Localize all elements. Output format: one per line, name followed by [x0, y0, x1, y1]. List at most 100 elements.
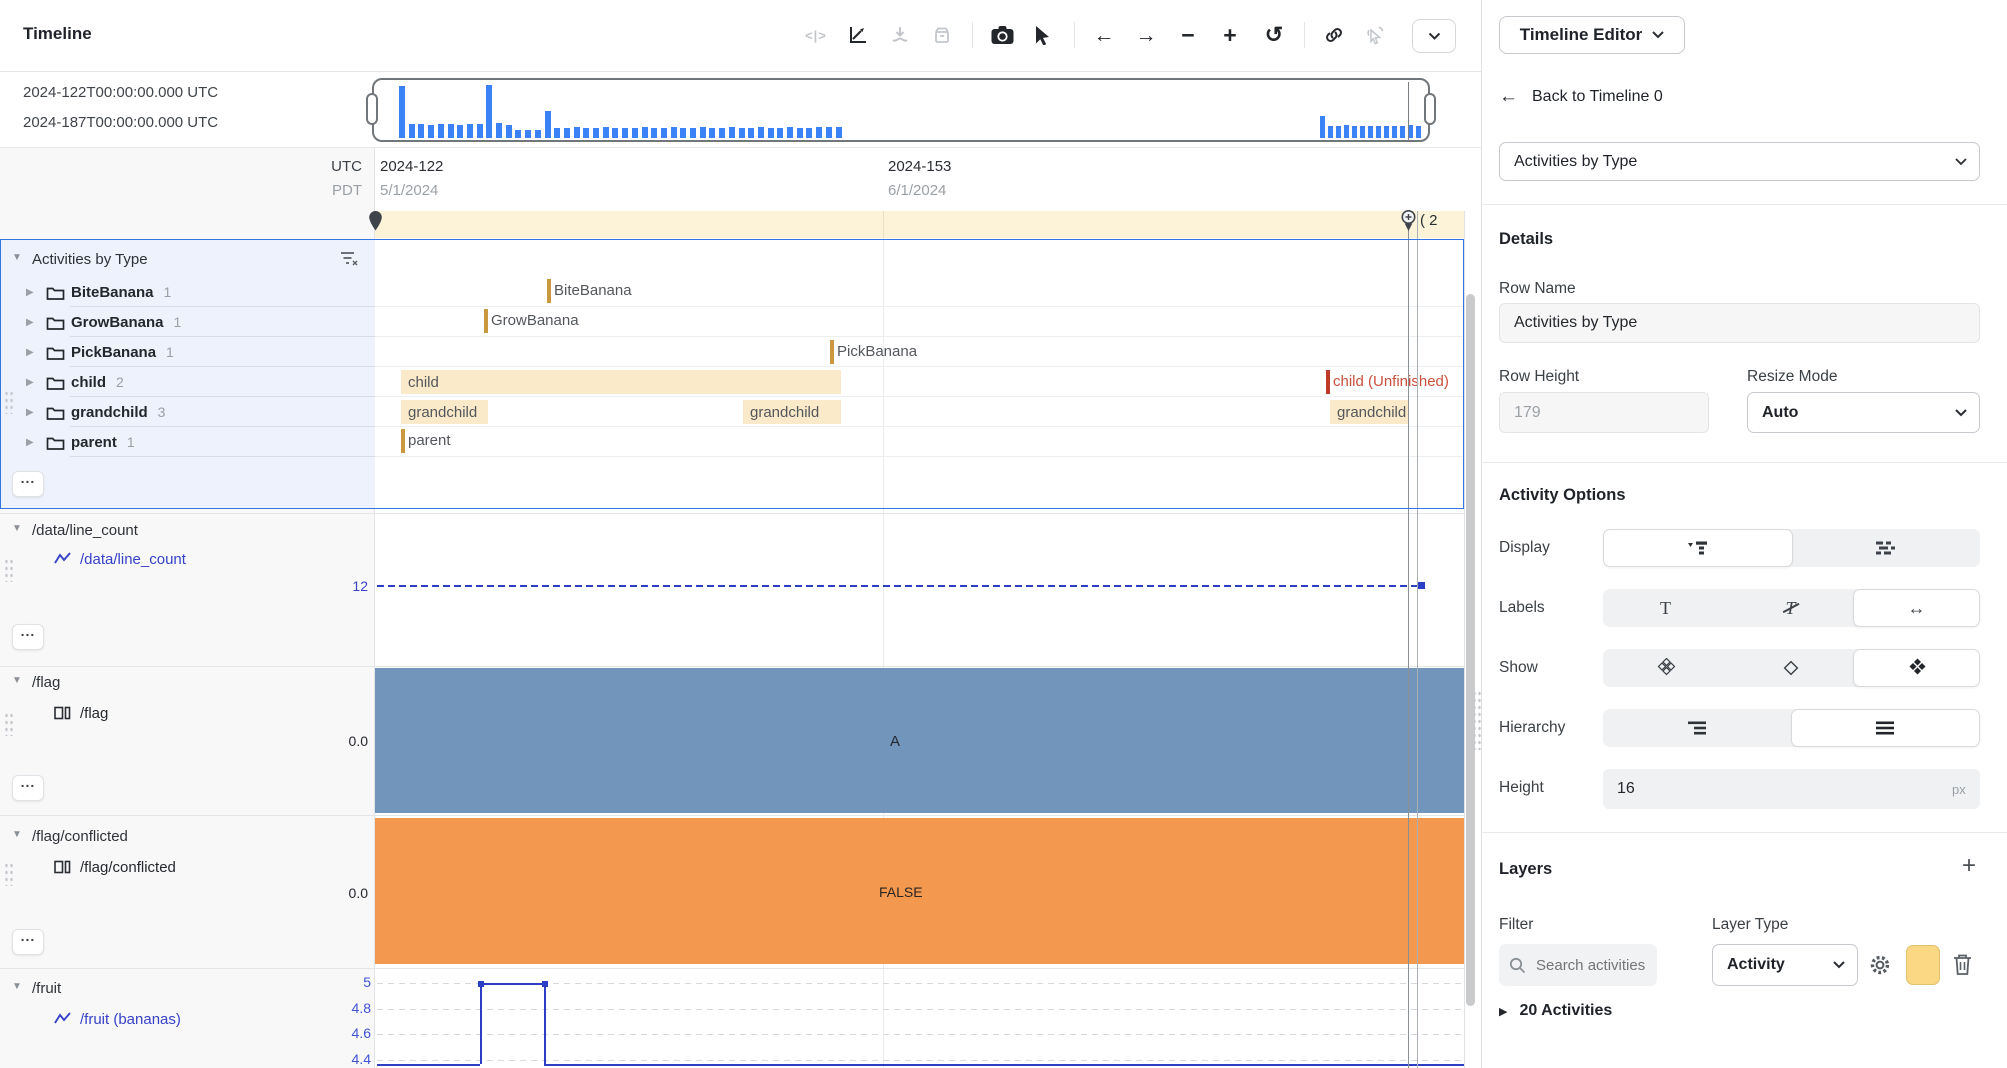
panel-resize-handle[interactable] [1472, 690, 1481, 750]
timeline-minimap-brush[interactable] [372, 78, 1430, 142]
row-picker-select[interactable]: Activities by Type [1499, 142, 1980, 181]
expand-arrow-icon[interactable]: ▶ [26, 317, 46, 328]
show-cluster-filled-option[interactable] [1853, 649, 1980, 687]
chart-edit-icon[interactable] [844, 21, 872, 49]
search-activities-input[interactable] [1534, 956, 1647, 975]
time-cursor-line[interactable] [1417, 211, 1418, 1068]
collapse-arrow-icon[interactable]: ▼ [12, 675, 22, 686]
activities-expander[interactable]: ▶ 20 Activities [1499, 1002, 1612, 1020]
row-name-input[interactable] [1499, 303, 1980, 343]
arrow-right-icon[interactable]: → [1132, 21, 1160, 49]
back-to-timeline-button[interactable]: ← Back to Timeline 0 [1499, 86, 1663, 108]
row-divider [0, 666, 1464, 667]
expand-arrow-icon[interactable]: ▶ [26, 287, 46, 298]
filter-icon[interactable] [340, 250, 359, 268]
layer-legend-flag-conflicted[interactable]: /flag/conflicted [80, 859, 176, 876]
layer-color-swatch[interactable] [1906, 945, 1940, 985]
import-icon[interactable] [886, 21, 914, 49]
time-marker-pin-icon[interactable] [368, 210, 383, 232]
undo-icon[interactable]: ↺ [1260, 21, 1288, 49]
camera-icon[interactable] [988, 21, 1016, 49]
tree-group-data-line-count[interactable]: /data/line_count [32, 522, 138, 539]
row-drag-handle[interactable] [4, 558, 13, 582]
archive-icon[interactable] [928, 21, 956, 49]
layer-legend-fruit[interactable]: /fruit (bananas) [80, 1011, 181, 1028]
row-drag-handle[interactable] [4, 712, 13, 736]
activity-bar-grandchild[interactable]: grandchild [1330, 400, 1409, 424]
tree-item-BiteBanana[interactable]: ▶BiteBanana1 [26, 277, 366, 307]
gear-icon[interactable] [1868, 953, 1892, 977]
tree-item-grandchild[interactable]: ▶grandchild3 [26, 397, 366, 427]
editor-mode-dropdown[interactable]: Timeline Editor [1499, 16, 1685, 54]
toolbar-overflow-button[interactable] [1412, 19, 1456, 53]
tree-group-flag-conflicted[interactable]: /flag/conflicted [32, 828, 128, 845]
labels-italic-option[interactable]: T [1728, 589, 1853, 627]
show-cluster-outline-option[interactable] [1603, 649, 1728, 687]
hierarchy-indented-option[interactable] [1603, 709, 1791, 747]
layer-legend-flag[interactable]: /flag [80, 705, 108, 722]
tree-item-PickBanana[interactable]: ▶PickBanana1 [26, 337, 366, 367]
details-heading: Details [1499, 230, 1553, 249]
row-actions-button[interactable]: ... [12, 471, 44, 497]
expand-arrow-icon[interactable]: ▶ [26, 407, 46, 418]
hierarchy-flat-option[interactable] [1791, 709, 1981, 747]
arrow-left-icon[interactable]: ← [1090, 21, 1118, 49]
activity-tick-PickBanana[interactable] [830, 340, 834, 364]
collapse-arrow-icon[interactable]: ▼ [12, 829, 22, 840]
layer-type-select[interactable]: Activity [1712, 944, 1858, 986]
tree-group-activities-by-type[interactable]: Activities by Type [32, 251, 148, 268]
activity-tick-parent[interactable] [401, 429, 405, 453]
chevron-down-icon [1955, 158, 1967, 166]
zoom-in-icon[interactable]: + [1216, 21, 1244, 49]
brush-handle-left[interactable] [366, 93, 378, 125]
collapse-arrow-icon[interactable]: ▼ [12, 252, 22, 263]
tree-item-child[interactable]: ▶child2 [26, 367, 366, 397]
activity-tick-GrowBanana[interactable] [484, 309, 488, 333]
display-grouped-option[interactable] [1603, 529, 1793, 567]
row-height-input[interactable] [1499, 392, 1709, 433]
histogram-bar [719, 128, 725, 138]
back-arrow-icon: ← [1499, 86, 1518, 108]
labels-text-option[interactable]: T [1603, 589, 1728, 627]
vertical-scrollbar[interactable] [1466, 294, 1475, 1006]
link-icon[interactable] [1320, 21, 1348, 49]
row-actions-button[interactable]: ... [12, 929, 44, 955]
code-icon[interactable]: <|> [802, 21, 830, 49]
zoom-out-icon[interactable]: − [1174, 21, 1202, 49]
expand-arrow-icon[interactable]: ▶ [26, 377, 46, 388]
collapse-arrow-icon[interactable]: ▼ [12, 981, 22, 992]
cursor-icon[interactable] [1030, 21, 1058, 49]
display-compact-option[interactable] [1793, 529, 1981, 567]
row-actions-button[interactable]: ... [12, 775, 44, 801]
tree-group-fruit[interactable]: /fruit [32, 980, 61, 997]
minimap-cursor-line [1408, 82, 1409, 140]
row-drag-handle[interactable] [4, 862, 13, 886]
activity-bar-grandchild[interactable]: grandchild [743, 400, 841, 424]
activity-tick-child[interactable] [1326, 370, 1330, 394]
activity-bar-child[interactable]: child [401, 370, 841, 394]
unlink-cursor-icon[interactable] [1362, 21, 1390, 49]
row-actions-button[interactable]: ... [12, 624, 44, 650]
brush-handle-right[interactable] [1424, 93, 1436, 125]
trash-icon[interactable] [1952, 953, 1973, 976]
row-drag-handle[interactable] [4, 390, 13, 414]
tree-group-flag[interactable]: /flag [32, 674, 60, 691]
horizontal-arrow-icon: ↔ [1908, 598, 1926, 619]
height-unit: px [1952, 782, 1966, 797]
time-selection-band[interactable] [375, 211, 1464, 238]
add-layer-button[interactable]: + [1962, 852, 1976, 880]
activity-bar-grandchild[interactable]: grandchild [401, 400, 488, 424]
tree-item-GrowBanana[interactable]: ▶GrowBanana1 [26, 307, 366, 337]
resize-mode-select[interactable]: Auto [1747, 392, 1980, 433]
expand-arrow-icon[interactable]: ▶ [26, 347, 46, 358]
height-input[interactable] [1603, 769, 1980, 809]
collapse-arrow-icon[interactable]: ▼ [12, 523, 22, 534]
layer-legend-line-count[interactable]: /data/line_count [80, 551, 186, 568]
show-diamond-option[interactable] [1728, 649, 1853, 687]
expand-arrow-icon[interactable]: ▶ [26, 437, 46, 448]
tree-item-parent[interactable]: ▶parent1 [26, 427, 366, 457]
time-cursor-line[interactable] [1408, 211, 1409, 1068]
labels-resize-option[interactable]: ↔ [1853, 589, 1980, 627]
activity-tick-BiteBanana[interactable] [547, 279, 551, 303]
zoom-pin-icon[interactable] [1400, 209, 1417, 232]
